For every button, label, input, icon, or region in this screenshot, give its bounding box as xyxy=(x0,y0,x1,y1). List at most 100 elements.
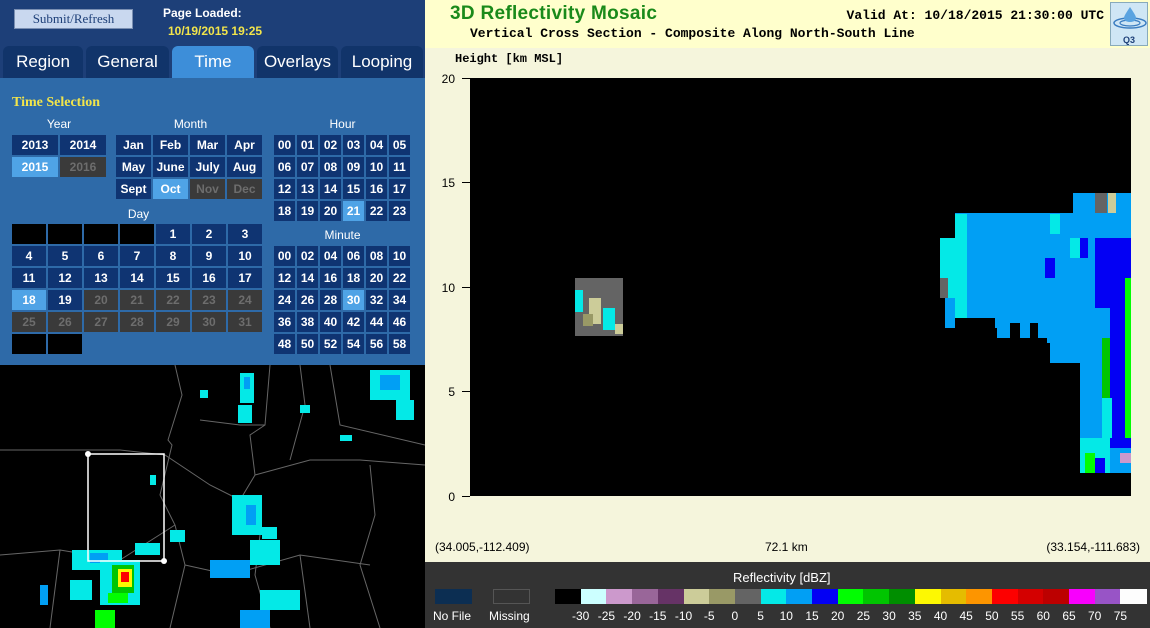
minute-cell-14[interactable]: 14 xyxy=(297,268,318,288)
overview-map-svg xyxy=(0,365,425,628)
hour-cell-09[interactable]: 09 xyxy=(343,157,364,177)
minute-cell-32[interactable]: 32 xyxy=(366,290,387,310)
day-cell-7[interactable]: 7 xyxy=(120,246,154,266)
minute-cell-12[interactable]: 12 xyxy=(274,268,295,288)
hour-cell-12[interactable]: 12 xyxy=(274,179,295,199)
minute-cell-58[interactable]: 58 xyxy=(389,334,410,354)
minute-cell-08[interactable]: 08 xyxy=(366,246,387,266)
minute-cell-38[interactable]: 38 xyxy=(297,312,318,332)
minute-cell-28[interactable]: 28 xyxy=(320,290,341,310)
minute-cell-04[interactable]: 04 xyxy=(320,246,341,266)
reflectivity-cross-section[interactable] xyxy=(470,78,1131,496)
q3-logo: Q3 xyxy=(1110,2,1148,46)
hour-cell-01[interactable]: 01 xyxy=(297,135,318,155)
month-cell-Feb[interactable]: Feb xyxy=(153,135,188,155)
hour-cell-06[interactable]: 06 xyxy=(274,157,295,177)
day-cell-30: 30 xyxy=(192,312,226,332)
minute-cell-30[interactable]: 30 xyxy=(343,290,364,310)
overview-map[interactable] xyxy=(0,365,425,628)
day-cell-17[interactable]: 17 xyxy=(228,268,262,288)
year-cell-2015[interactable]: 2015 xyxy=(12,157,58,177)
hour-cell-17[interactable]: 17 xyxy=(389,179,410,199)
hour-cell-15[interactable]: 15 xyxy=(343,179,364,199)
minute-cell-48[interactable]: 48 xyxy=(274,334,295,354)
y-tick-mark xyxy=(462,78,470,79)
hour-cell-18[interactable]: 18 xyxy=(274,201,295,221)
day-cell-2[interactable]: 2 xyxy=(192,224,226,244)
day-cell-19[interactable]: 19 xyxy=(48,290,82,310)
month-cell-Aug[interactable]: Aug xyxy=(227,157,262,177)
month-cell-Apr[interactable]: Apr xyxy=(227,135,262,155)
month-cell-Oct[interactable]: Oct xyxy=(153,179,188,199)
day-cell-15[interactable]: 15 xyxy=(156,268,190,288)
minute-cell-10[interactable]: 10 xyxy=(389,246,410,266)
minute-cell-26[interactable]: 26 xyxy=(297,290,318,310)
minute-cell-50[interactable]: 50 xyxy=(297,334,318,354)
minute-cell-40[interactable]: 40 xyxy=(320,312,341,332)
day-cell-12[interactable]: 12 xyxy=(48,268,82,288)
day-cell-14[interactable]: 14 xyxy=(120,268,154,288)
minute-cell-22[interactable]: 22 xyxy=(389,268,410,288)
day-cell-16[interactable]: 16 xyxy=(192,268,226,288)
month-cell-May[interactable]: May xyxy=(116,157,151,177)
hour-cell-07[interactable]: 07 xyxy=(297,157,318,177)
minute-cell-44[interactable]: 44 xyxy=(366,312,387,332)
tab-region[interactable]: Region xyxy=(3,46,83,78)
day-cell-10[interactable]: 10 xyxy=(228,246,262,266)
day-cell-9[interactable]: 9 xyxy=(192,246,226,266)
hour-cell-03[interactable]: 03 xyxy=(343,135,364,155)
day-cell-6[interactable]: 6 xyxy=(84,246,118,266)
day-cell-11[interactable]: 11 xyxy=(12,268,46,288)
submit-refresh-button[interactable]: Submit/Refresh xyxy=(14,9,133,29)
minute-cell-20[interactable]: 20 xyxy=(366,268,387,288)
hour-cell-02[interactable]: 02 xyxy=(320,135,341,155)
hour-cell-19[interactable]: 19 xyxy=(297,201,318,221)
day-cell-18[interactable]: 18 xyxy=(12,290,46,310)
hour-cell-22[interactable]: 22 xyxy=(366,201,387,221)
day-cell-4[interactable]: 4 xyxy=(12,246,46,266)
day-cell-8[interactable]: 8 xyxy=(156,246,190,266)
minute-cell-46[interactable]: 46 xyxy=(389,312,410,332)
time-controls: Submit/Refresh Page Loaded: 10/19/2015 1… xyxy=(0,0,425,365)
minute-cell-06[interactable]: 06 xyxy=(343,246,364,266)
minute-cell-02[interactable]: 02 xyxy=(297,246,318,266)
minute-cell-18[interactable]: 18 xyxy=(343,268,364,288)
month-cell-June[interactable]: June xyxy=(153,157,188,177)
hour-cell-13[interactable]: 13 xyxy=(297,179,318,199)
tab-time[interactable]: Time xyxy=(172,46,254,78)
year-cell-2013[interactable]: 2013 xyxy=(12,135,58,155)
minute-cell-52[interactable]: 52 xyxy=(320,334,341,354)
day-cell-3[interactable]: 3 xyxy=(228,224,262,244)
hour-cell-20[interactable]: 20 xyxy=(320,201,341,221)
tab-looping[interactable]: Looping xyxy=(341,46,423,78)
day-cell-24: 24 xyxy=(228,290,262,310)
minute-cell-54[interactable]: 54 xyxy=(343,334,364,354)
hour-cell-16[interactable]: 16 xyxy=(366,179,387,199)
minute-cell-16[interactable]: 16 xyxy=(320,268,341,288)
hour-cell-04[interactable]: 04 xyxy=(366,135,387,155)
day-cell-1[interactable]: 1 xyxy=(156,224,190,244)
hour-cell-10[interactable]: 10 xyxy=(366,157,387,177)
minute-cell-56[interactable]: 56 xyxy=(366,334,387,354)
minute-cell-34[interactable]: 34 xyxy=(389,290,410,310)
tab-overlays[interactable]: Overlays xyxy=(257,46,338,78)
minute-cell-24[interactable]: 24 xyxy=(274,290,295,310)
hour-cell-11[interactable]: 11 xyxy=(389,157,410,177)
hour-cell-08[interactable]: 08 xyxy=(320,157,341,177)
month-cell-Mar[interactable]: Mar xyxy=(190,135,225,155)
month-cell-Jan[interactable]: Jan xyxy=(116,135,151,155)
hour-cell-14[interactable]: 14 xyxy=(320,179,341,199)
hour-cell-21[interactable]: 21 xyxy=(343,201,364,221)
hour-cell-00[interactable]: 00 xyxy=(274,135,295,155)
minute-cell-36[interactable]: 36 xyxy=(274,312,295,332)
hour-cell-23[interactable]: 23 xyxy=(389,201,410,221)
minute-cell-42[interactable]: 42 xyxy=(343,312,364,332)
month-cell-Sept[interactable]: Sept xyxy=(116,179,151,199)
day-cell-13[interactable]: 13 xyxy=(84,268,118,288)
day-cell-5[interactable]: 5 xyxy=(48,246,82,266)
minute-cell-00[interactable]: 00 xyxy=(274,246,295,266)
year-cell-2014[interactable]: 2014 xyxy=(60,135,106,155)
month-cell-July[interactable]: July xyxy=(190,157,225,177)
tab-general[interactable]: General xyxy=(86,46,169,78)
hour-cell-05[interactable]: 05 xyxy=(389,135,410,155)
